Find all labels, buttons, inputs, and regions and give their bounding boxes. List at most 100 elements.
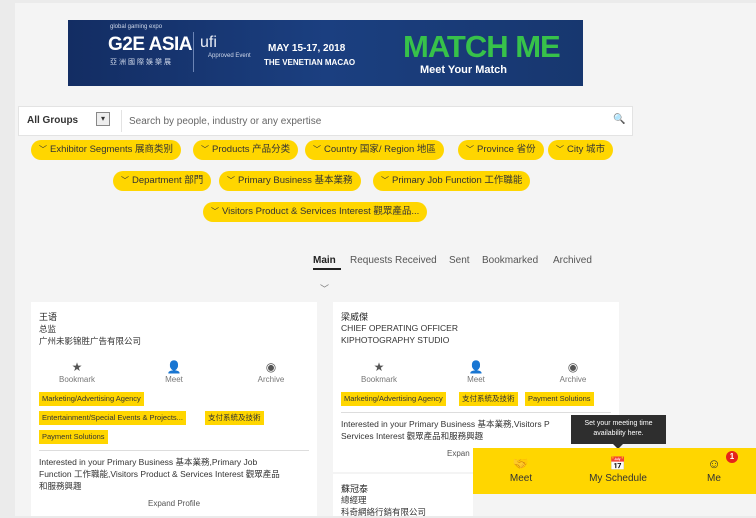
ufi-logo: ufi	[200, 34, 217, 51]
handshake-icon: 🤝	[512, 456, 530, 471]
tab-requests-received[interactable]: Requests Received	[350, 255, 437, 266]
bookmark-button[interactable]: ★ Bookmark	[349, 360, 409, 384]
notification-badge: 1	[726, 451, 738, 463]
calendar-icon: 📅	[609, 456, 627, 471]
eye-off-icon: ◉	[265, 360, 277, 374]
meet-label: Meet	[467, 375, 485, 384]
banner-divider	[193, 32, 194, 72]
profile-title: 总监	[39, 324, 57, 334]
tag: Payment Solutions	[525, 392, 594, 406]
chevron-down-icon: ﹀	[466, 145, 474, 154]
chevron-down-icon: ﹀	[313, 145, 321, 154]
profile-title: CHIEF OPERATING OFFICER	[341, 323, 458, 333]
filter-primary-job-function[interactable]: ﹀ Primary Job Function 工作職能	[373, 171, 531, 191]
schedule-tooltip: Set your meeting time availability here.	[571, 415, 666, 449]
filter-products[interactable]: ﹀ Products 产品分类	[193, 140, 299, 160]
search-separator	[121, 110, 122, 132]
interest-text: Interested in your Primary Business 基本業務…	[341, 419, 550, 429]
filter-exhibitor-segments[interactable]: ﹀ Exhibitor Segments 展商类别	[31, 140, 182, 160]
eye-off-icon: ◉	[567, 360, 579, 374]
chevron-down-icon: ﹀	[227, 176, 235, 185]
chevron-down-icon: ﹀	[381, 176, 389, 185]
match-me-headline: MATCH ME	[403, 29, 561, 64]
tab-sent[interactable]: Sent	[449, 255, 470, 266]
interest-text: Interested in your Primary Business 基本業務…	[39, 457, 258, 467]
tag: 支付系統及技術	[205, 411, 264, 425]
filter-label: Department 部門	[132, 175, 204, 186]
match-me-subline: Meet Your Match	[420, 64, 507, 76]
tab-archived[interactable]: Archived	[553, 255, 592, 266]
profile-company: KIPHOTOGRAPHY STUDIO	[341, 335, 450, 345]
tag: Payment Solutions	[39, 430, 108, 444]
filter-province[interactable]: ﹀ Province 省份	[458, 140, 544, 160]
tooltip-line: Set your meeting time	[584, 420, 653, 427]
tag: Marketing/Advertising Agency	[341, 392, 446, 406]
star-icon: ★	[71, 360, 83, 374]
chevron-down-icon[interactable]: ﹀	[320, 282, 329, 295]
bottom-me-button[interactable]: ☺ Me	[697, 456, 731, 484]
tab-main[interactable]: Main	[313, 255, 336, 266]
add-user-icon: 👤	[468, 360, 484, 374]
filter-city[interactable]: ﹀ City 城市	[548, 140, 614, 160]
chevron-down-icon[interactable]: ▾	[96, 112, 110, 126]
search-input[interactable]	[127, 112, 601, 130]
meet-button[interactable]: 👤 Meet	[446, 360, 506, 384]
chevron-down-icon: ﹀	[201, 145, 209, 154]
event-banner: global gaming expo G2E ASIA 亞洲國際娛樂展 ufi …	[68, 20, 583, 86]
g2e-logo: G2E ASIA	[108, 34, 193, 55]
filter-label: Primary Business 基本業務	[238, 175, 353, 186]
search-icon[interactable]: 🔍	[613, 114, 625, 125]
tag: Marketing/Advertising Agency	[39, 392, 144, 406]
filter-primary-business[interactable]: ﹀ Primary Business 基本業務	[219, 171, 361, 191]
filter-label: Province 省份	[477, 144, 536, 155]
group-select-label[interactable]: All Groups	[27, 115, 78, 126]
filter-label: City 城市	[567, 144, 606, 155]
archive-button[interactable]: ◉ Archive	[543, 360, 603, 384]
card-divider	[341, 412, 611, 413]
filter-department[interactable]: ﹀ Department 部門	[113, 171, 212, 191]
filter-country-region[interactable]: ﹀ Country 国家/ Region 地區	[305, 140, 444, 160]
chevron-down-icon: ﹀	[39, 145, 47, 154]
bookmark-button[interactable]: ★ Bookmark	[47, 360, 107, 384]
bottom-schedule-label: My Schedule	[589, 473, 647, 484]
profile-company: 科奇網絡行銷有限公司	[341, 507, 427, 517]
profile-name: 王语	[39, 312, 58, 322]
interest-text: Function 工作職能,Visitors Product & Service…	[39, 469, 280, 479]
tab-bookmarked[interactable]: Bookmarked	[482, 255, 538, 266]
bottom-meet-button[interactable]: 🤝 Meet	[501, 456, 541, 484]
chevron-down-icon: ﹀	[121, 176, 129, 185]
filter-label: Products 产品分类	[212, 144, 291, 155]
meet-label: Meet	[165, 375, 183, 384]
profile-card: 蘇冠泰 總經理 科奇網絡行銷有限公司	[333, 474, 473, 517]
profile-card: 梁威傑 CHIEF OPERATING OFFICER KIPHOTOGRAPH…	[333, 302, 619, 472]
expand-profile-link[interactable]: Expan	[447, 449, 470, 458]
filter-label: Visitors Product & Services Interest 觀眾產…	[222, 206, 420, 217]
active-tab-indicator	[313, 268, 341, 270]
archive-label: Archive	[257, 375, 285, 384]
bookmark-label: Bookmark	[58, 375, 95, 384]
g2e-logo-subtitle: 亞洲國際娛樂展	[110, 59, 173, 66]
profile-title: 總經理	[341, 495, 367, 505]
event-venue: THE VENETIAN MACAO	[264, 58, 356, 67]
filter-label: Country 国家/ Region 地區	[324, 144, 436, 155]
archive-button[interactable]: ◉ Archive	[241, 360, 301, 384]
card-divider	[39, 450, 309, 451]
expand-profile-link[interactable]: Expand Profile	[31, 499, 317, 508]
profile-name: 梁威傑	[341, 312, 369, 322]
add-user-icon: 👤	[166, 360, 182, 374]
tag: Entertainment/Special Events & Projects.…	[39, 411, 186, 425]
tooltip-line: availability here.	[593, 430, 644, 437]
profile-company: 广州未影锦胜广告有限公司	[39, 336, 142, 346]
interest-text: Services Interest 觀眾產品和服務興趣	[341, 431, 484, 441]
bottom-my-schedule-button[interactable]: 📅 My Schedule	[581, 456, 655, 484]
bottom-meet-label: Meet	[509, 473, 533, 484]
bottom-me-label: Me	[707, 473, 721, 484]
bookmark-label: Bookmark	[360, 375, 397, 384]
meet-button[interactable]: 👤 Meet	[144, 360, 204, 384]
chevron-down-icon: ﹀	[556, 145, 564, 154]
filter-label: Exhibitor Segments 展商类别	[50, 144, 174, 155]
event-date: MAY 15-17, 2018	[268, 43, 346, 54]
filter-visitors-interest[interactable]: ﹀ Visitors Product & Services Interest 觀眾…	[203, 202, 428, 222]
bottom-action-bar: 🤝 Meet 📅 My Schedule ☺ Me	[473, 448, 756, 494]
chevron-down-icon: ﹀	[211, 207, 219, 216]
